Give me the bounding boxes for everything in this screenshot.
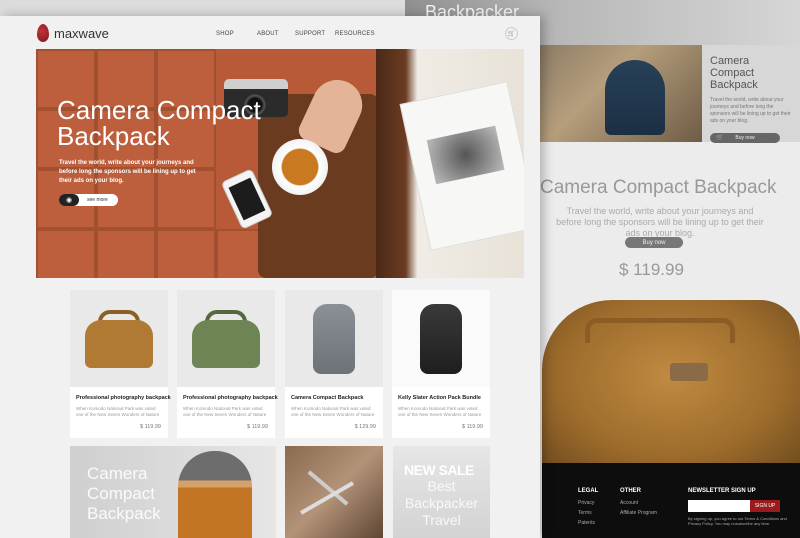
footer-legal: LEGAL Privacy Terms Patents xyxy=(578,488,598,526)
feature-buy-button[interactable]: 🛒 Buy now xyxy=(710,133,780,143)
person-image xyxy=(178,451,252,538)
cart-icon: 🛒 xyxy=(716,135,724,141)
footer-other: OTHER Account Affiliate Program xyxy=(620,488,657,516)
cart-icon[interactable]: 🛒 xyxy=(505,27,518,40)
nav-shop[interactable]: SHOP xyxy=(216,31,234,37)
product-price: $ 129.99 xyxy=(354,424,376,430)
feature-card-title: Camera Compact Backpack xyxy=(710,55,758,91)
footer: LEGAL Privacy Terms Patents OTHER Accoun… xyxy=(542,463,800,538)
nav-resources[interactable]: RESOURCES xyxy=(335,31,375,37)
promo-title: Camera Compact Backpack xyxy=(87,464,161,523)
product-title: Kelly Slater Action Pack Bundle xyxy=(398,395,481,401)
bag-strap xyxy=(585,318,735,343)
product-desc: When Komodo National Park was voted one … xyxy=(76,406,160,417)
bag-patch xyxy=(670,363,708,381)
top-nav: maxwave SHOP ABOUT SUPPORT RESOURCES 🛒 xyxy=(0,16,540,50)
product-price: $ 119.99 xyxy=(461,424,483,430)
promo-banner-backpack[interactable]: Camera Compact Backpack xyxy=(70,446,276,538)
product-desc: When Komodo National Park was voted one … xyxy=(398,406,482,417)
product-card[interactable]: Professional photography backpack When K… xyxy=(70,290,171,438)
nav-about[interactable]: ABOUT xyxy=(257,31,279,37)
person-photo xyxy=(605,60,665,135)
promo-banner-tools[interactable] xyxy=(285,446,383,538)
feature-buy-label: Buy now xyxy=(735,135,755,141)
main-page: maxwave SHOP ABOUT SUPPORT RESOURCES 🛒 C… xyxy=(0,16,540,538)
sale-subtitle: Best Backpacker Travel xyxy=(404,478,479,528)
product-desc: When Komodo National Park was voted one … xyxy=(183,406,267,417)
product-title: Professional photography backpack xyxy=(76,395,171,401)
feature-card-text: Travel the world, write about your journ… xyxy=(710,97,791,124)
newsletter-heading: NEWSLETTER SIGN UP xyxy=(688,488,756,494)
product-title: Professional photography backpack xyxy=(183,395,278,401)
product-image xyxy=(177,290,275,387)
product-desc: When Komodo National Park was voted one … xyxy=(291,406,375,417)
promo-banner-sale[interactable]: NEW SALE Best Backpacker Travel xyxy=(393,446,490,538)
product-price: $ 119.99 xyxy=(139,424,161,430)
product-title: Camera Compact Backpack xyxy=(540,177,777,198)
product-title: Camera Compact Backpack xyxy=(291,395,364,401)
footer-link-affiliate[interactable]: Affiliate Program xyxy=(620,510,657,516)
newsletter-note: By signing up, you agree to our Terms & … xyxy=(688,516,787,526)
footer-legal-heading: LEGAL xyxy=(578,488,599,494)
newsletter-signup-button[interactable]: SIGN UP xyxy=(750,500,780,512)
hero-title: Camera Compact Backpack xyxy=(57,95,261,151)
footer-link-patents[interactable]: Patents xyxy=(578,520,598,526)
product-image xyxy=(70,290,168,387)
newsletter: NEWSLETTER SIGN UP SIGN UP By signing up… xyxy=(688,488,788,526)
hero-banner: Camera Compact Backpack Travel the world… xyxy=(36,49,524,278)
buy-now-button[interactable]: Buy now xyxy=(625,237,683,248)
product-card[interactable]: Kelly Slater Action Pack Bundle When Kom… xyxy=(392,290,490,438)
hero-text: Travel the world, write about your journ… xyxy=(59,160,196,184)
product-image xyxy=(285,290,383,387)
buy-now-label: Buy now xyxy=(642,239,666,246)
newsletter-email-input[interactable] xyxy=(688,500,750,512)
footer-link-terms[interactable]: Terms xyxy=(578,510,598,516)
footer-link-account[interactable]: Account xyxy=(620,500,657,506)
sale-title: NEW SALE xyxy=(404,462,474,478)
footer-link-privacy[interactable]: Privacy xyxy=(578,500,598,506)
product-description: Travel the world, write about your journ… xyxy=(556,206,764,238)
nav-support[interactable]: SUPPORT xyxy=(295,31,325,37)
product-card[interactable]: Professional photography backpack When K… xyxy=(177,290,278,438)
see-more-label: see more xyxy=(87,197,108,203)
product-image xyxy=(392,290,490,387)
product-price: $ 119.99 xyxy=(619,260,684,279)
see-more-button[interactable]: ◉ see more xyxy=(59,194,118,206)
feature-card: Camera Compact Backpack Travel the world… xyxy=(702,45,800,143)
logo-text[interactable]: maxwave xyxy=(54,26,109,41)
eye-icon: ◉ xyxy=(59,194,79,206)
footer-other-heading: OTHER xyxy=(620,488,641,494)
product-price: $ 119.99 xyxy=(246,424,268,430)
logo-icon[interactable] xyxy=(37,24,49,42)
product-card[interactable]: Camera Compact Backpack When Komodo Nati… xyxy=(285,290,383,438)
